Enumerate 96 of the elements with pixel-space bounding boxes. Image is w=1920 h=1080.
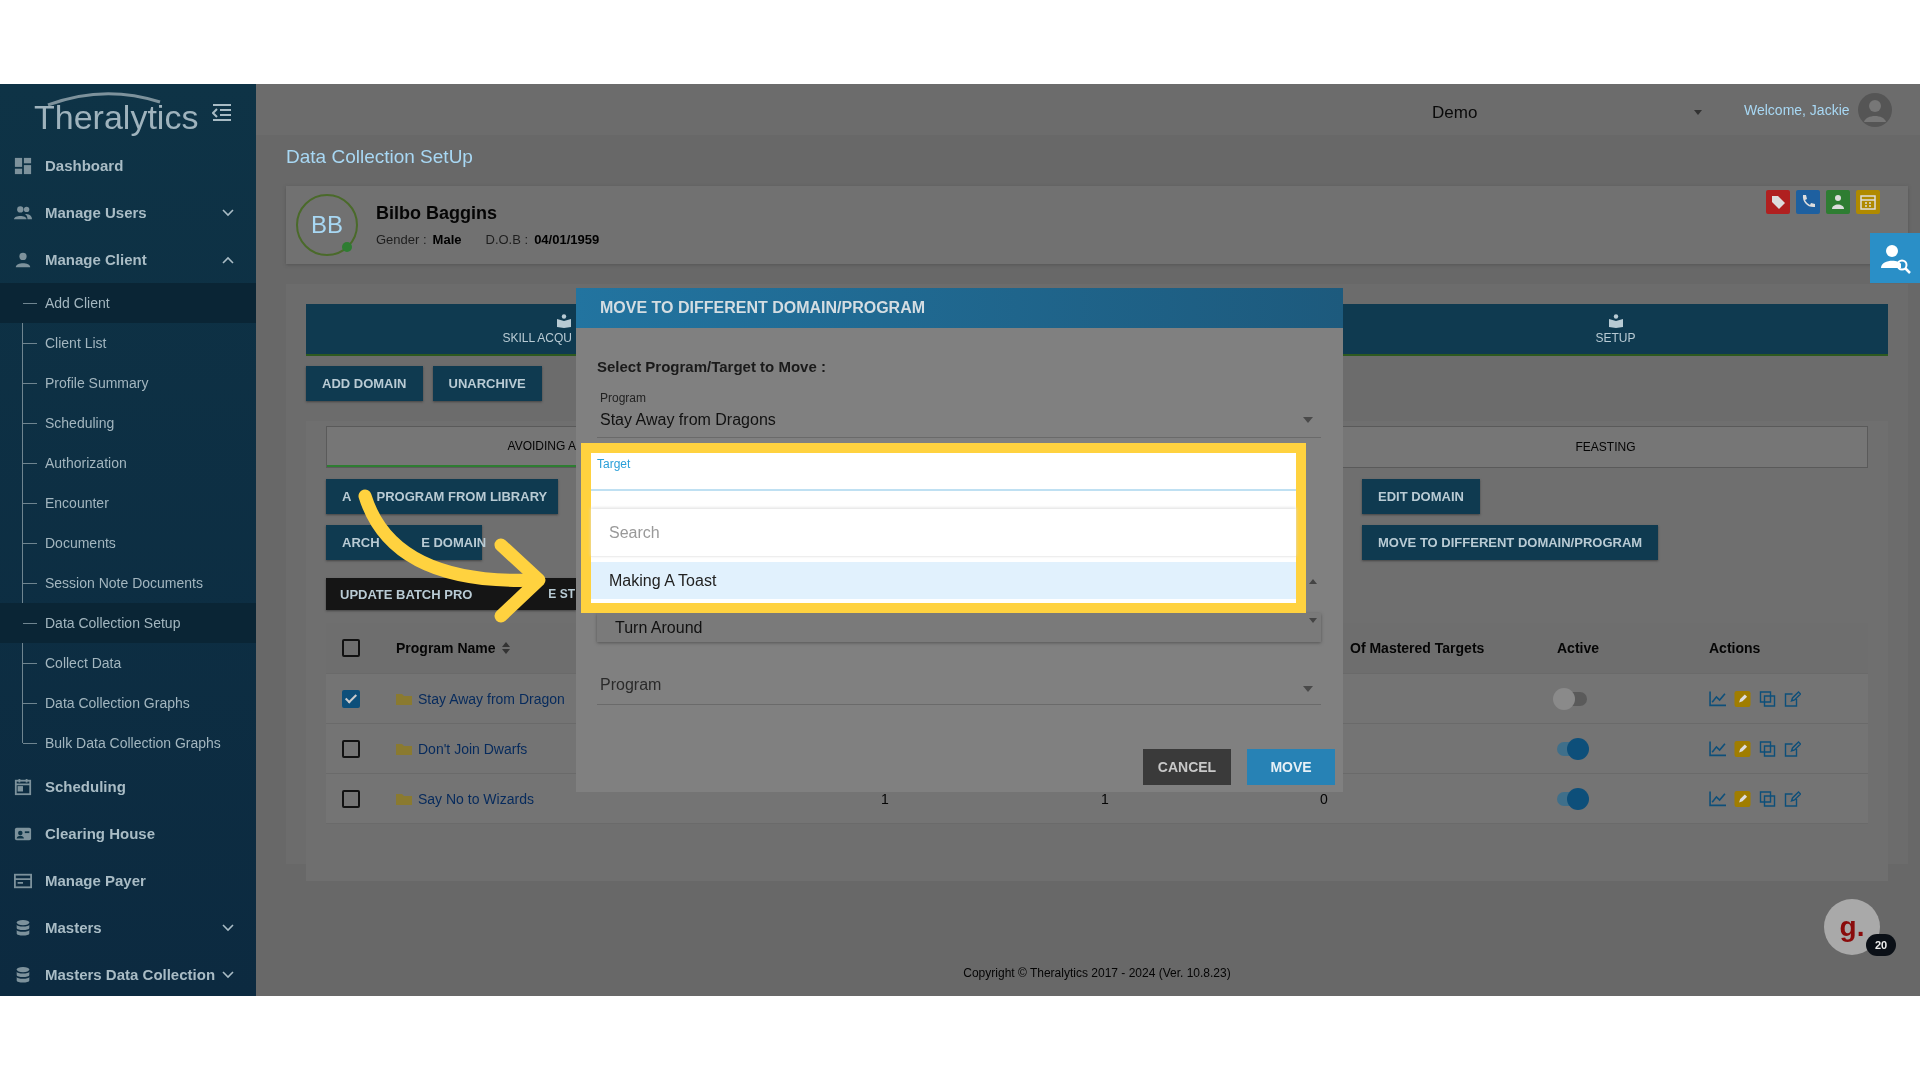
- count-text: 1: [1101, 790, 1109, 807]
- dob-value: 04/01/1959: [534, 232, 600, 247]
- edit-icon[interactable]: [1784, 790, 1801, 807]
- count-text: 1: [881, 790, 889, 807]
- action-button[interactable]: A PROGRAM FROM LIBRARY: [326, 479, 558, 514]
- person-search-icon[interactable]: [1870, 233, 1920, 283]
- person-icon: [14, 250, 32, 269]
- move-button[interactable]: MOVE: [1247, 749, 1335, 785]
- caret-icon: [1694, 110, 1702, 115]
- toggle-switch[interactable]: [1553, 687, 1589, 710]
- welcome-text: Welcome, Jackie: [1744, 101, 1850, 118]
- folder-icon: [396, 792, 412, 805]
- sub-nav-item[interactable]: Authorization: [0, 443, 256, 483]
- folder-icon: [396, 692, 412, 705]
- action-button[interactable]: EDIT DOMAIN: [1362, 479, 1480, 514]
- chart-icon[interactable]: [1709, 690, 1726, 707]
- chart-icon[interactable]: [1709, 740, 1726, 757]
- checkbox[interactable]: [342, 739, 360, 758]
- calendar-icon: [14, 777, 32, 796]
- logo: Theralytics: [34, 89, 199, 137]
- folder-icon: [396, 742, 412, 755]
- modal-title: MOVE TO DIFFERENT DOMAIN/PROGRAM: [576, 288, 1343, 328]
- tab[interactable]: SKILL ACQU: [306, 304, 576, 354]
- card-icon: [14, 871, 32, 890]
- count-text: 0: [1320, 790, 1328, 807]
- nav-item[interactable]: Manage Users: [0, 189, 256, 236]
- people-icon: [14, 203, 32, 222]
- copy-icon[interactable]: [1759, 690, 1776, 707]
- nav-item[interactable]: Clearing House: [0, 810, 256, 857]
- database-icon: [14, 918, 32, 937]
- avatar-icon[interactable]: [1857, 92, 1892, 127]
- program-select[interactable]: Program: [597, 676, 1321, 705]
- pencil-icon[interactable]: [1734, 690, 1751, 707]
- column-header: Actions: [1709, 640, 1761, 656]
- sub-nav-item[interactable]: Collect Data: [0, 643, 256, 683]
- nav-item[interactable]: Masters: [0, 904, 256, 951]
- edit-icon[interactable]: [1784, 690, 1801, 707]
- scroll-arrows-icon[interactable]: [1309, 579, 1317, 623]
- page-title: Data Collection SetUp: [286, 146, 474, 169]
- caret-icon: [1303, 417, 1313, 423]
- edit-icon[interactable]: [1784, 740, 1801, 757]
- sub-nav-item[interactable]: Profile Summary: [0, 363, 256, 403]
- sub-nav-item[interactable]: Add Client: [0, 283, 256, 323]
- client-initials: BB: [296, 194, 358, 256]
- action-button[interactable]: MOVE TO DIFFERENT DOMAIN/PROGRAM: [1362, 525, 1659, 560]
- column-header[interactable]: Program Name: [396, 640, 496, 656]
- database-icon: [14, 965, 32, 984]
- phone-icon[interactable]: [1796, 190, 1820, 214]
- nav-item[interactable]: Scheduling: [0, 763, 256, 810]
- domain-button[interactable]: ADD DOMAIN: [306, 366, 423, 401]
- nav-item[interactable]: Manage Payer: [0, 857, 256, 904]
- person-icon[interactable]: [1826, 190, 1850, 214]
- nav-item[interactable]: Manage Client: [0, 236, 256, 283]
- sub-nav-item[interactable]: Bulk Data Collection Graphs: [0, 723, 256, 763]
- sub-nav-item[interactable]: Session Note Documents: [0, 563, 256, 603]
- sub-nav-item[interactable]: Scheduling: [0, 403, 256, 443]
- sub-nav-item[interactable]: Documents: [0, 523, 256, 563]
- checkbox[interactable]: [342, 789, 360, 808]
- search-field[interactable]: Search: [591, 509, 1296, 557]
- copy-icon[interactable]: [1759, 790, 1776, 807]
- sub-nav-item[interactable]: Data Collection Graphs: [0, 683, 256, 723]
- program-select[interactable]: Program Stay Away from Dragons: [597, 391, 1321, 438]
- sort-icon[interactable]: [501, 642, 510, 654]
- nav-item[interactable]: Masters Data Collection: [0, 951, 256, 996]
- sub-nav-item[interactable]: Data Collection Setup: [0, 603, 256, 643]
- organization-select[interactable]: Demo: [1432, 96, 1702, 123]
- gender-label: Gender :: [376, 232, 427, 247]
- client-name: Bilbo Baggins: [376, 203, 498, 224]
- cancel-button[interactable]: CANCEL: [1143, 749, 1231, 785]
- copyright-text: Copyright © Theralytics 2017 - 2024 (Ver. 10.8.23): [963, 966, 1231, 980]
- domain-button[interactable]: UNARCHIVE: [432, 366, 542, 401]
- sub-nav-item[interactable]: Client List: [0, 323, 256, 363]
- tab[interactable]: SETUP: [1343, 304, 1888, 354]
- chart-icon[interactable]: [1709, 790, 1726, 807]
- column-header: Active: [1557, 640, 1600, 656]
- menu-icon[interactable]: [212, 104, 232, 122]
- count-badge: 20: [1866, 934, 1896, 956]
- gender-value: Male: [432, 232, 462, 247]
- copy-icon[interactable]: [1759, 740, 1776, 757]
- caret-icon: [1303, 686, 1313, 692]
- column-header: Of Mastered Targets: [1350, 640, 1485, 656]
- prompt-text: Select Program/Target to Move :: [597, 358, 827, 375]
- domain-tab[interactable]: FEASTING: [1344, 427, 1867, 467]
- pencil-icon[interactable]: [1734, 740, 1751, 757]
- grid-icon: [14, 156, 32, 175]
- checkbox[interactable]: [342, 689, 360, 708]
- dob-label: D.O.B :: [485, 232, 529, 247]
- tag-icon[interactable]: [1766, 190, 1790, 214]
- calendar-icon[interactable]: [1856, 190, 1880, 214]
- book-icon: [556, 313, 572, 328]
- book-icon: [1607, 313, 1624, 328]
- sub-nav-item[interactable]: Encounter: [0, 483, 256, 523]
- checkbox[interactable]: [342, 639, 360, 657]
- nav-item[interactable]: Dashboard: [0, 142, 256, 189]
- dropdown-option[interactable]: Making A Toast: [591, 562, 1296, 599]
- pencil-icon[interactable]: [1734, 790, 1751, 807]
